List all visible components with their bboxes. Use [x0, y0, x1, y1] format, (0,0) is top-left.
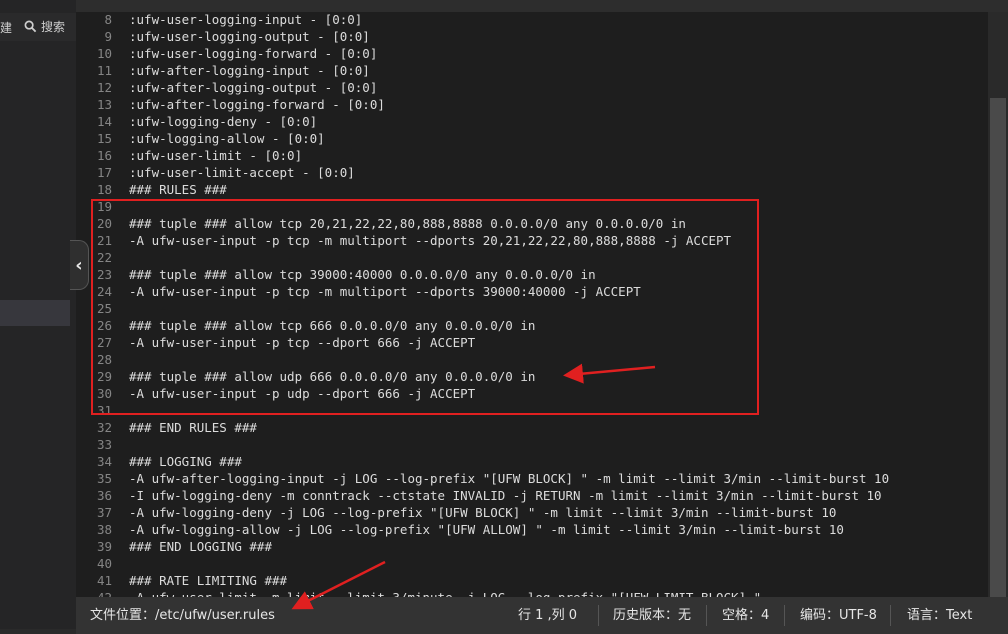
- line-number: 40: [96, 556, 112, 571]
- line-number: 38: [96, 522, 112, 537]
- code-line[interactable]: 13 :ufw-after-logging-forward - [0:0]: [76, 96, 988, 113]
- code-line[interactable]: 10 :ufw-user-logging-forward - [0:0]: [76, 45, 988, 62]
- line-number: 17: [96, 165, 112, 180]
- file-location: 文件位置：/etc/ufw/user.rules: [90, 608, 275, 623]
- line-text: :ufw-user-logging-output - [0:0]: [129, 29, 370, 44]
- annotation-highlight-box: [91, 199, 759, 415]
- line-text: -A ufw-user-limit -m limit --limit 3/min…: [129, 589, 761, 597]
- line-text: :ufw-logging-allow - [0:0]: [129, 131, 325, 146]
- line-number: 13: [96, 97, 112, 112]
- line-number: 36: [96, 488, 112, 503]
- vertical-scrollbar[interactable]: [988, 12, 1008, 597]
- code-line[interactable]: 11 :ufw-after-logging-input - [0:0]: [76, 62, 988, 79]
- line-text: ### END RULES ###: [129, 420, 257, 435]
- line-text: :ufw-user-limit-accept - [0:0]: [129, 165, 355, 180]
- code-line[interactable]: 42 -A ufw-user-limit -m limit --limit 3/m…: [76, 589, 988, 597]
- line-text: :ufw-logging-deny - [0:0]: [129, 114, 318, 129]
- code-line[interactable]: 34 ### LOGGING ###: [76, 453, 988, 470]
- status-divider: [890, 605, 891, 626]
- scrollbar-thumb[interactable]: [990, 98, 1006, 597]
- selected-file-item[interactable]: [0, 300, 70, 326]
- line-text: ### RULES ###: [129, 182, 227, 197]
- line-text: :ufw-after-logging-input - [0:0]: [129, 63, 370, 78]
- line-text: ### RATE LIMITING ###: [129, 573, 288, 588]
- line-number: 34: [96, 454, 112, 469]
- line-number: 42: [76, 589, 112, 597]
- code-line[interactable]: 18 ### RULES ###: [76, 181, 988, 198]
- code-line[interactable]: 14 :ufw-logging-deny - [0:0]: [76, 113, 988, 130]
- status-divider: [784, 605, 785, 626]
- line-number: 18: [96, 182, 112, 197]
- line-number: 41: [96, 573, 112, 588]
- history-version[interactable]: 历史版本：无: [613, 597, 691, 634]
- code-line[interactable]: 40: [76, 555, 988, 572]
- code-line[interactable]: 38 -A ufw-logging-allow -j LOG --log-pref…: [76, 521, 988, 538]
- code-line[interactable]: 32 ### END RULES ###: [76, 419, 988, 436]
- line-number: 9: [104, 29, 112, 44]
- search-label: 搜索: [41, 20, 66, 34]
- code-line[interactable]: 15 :ufw-logging-allow - [0:0]: [76, 130, 988, 147]
- editor-tab-bar: [76, 0, 1008, 12]
- line-text: -A ufw-after-logging-input -j LOG --log-…: [129, 471, 890, 486]
- line-text: -I ufw-logging-deny -m conntrack --ctsta…: [129, 488, 882, 503]
- line-number: 39: [96, 539, 112, 554]
- status-bar: 文件位置：/etc/ufw/user.rules 行 1 ,列 0 历史版本：无…: [76, 597, 1008, 634]
- line-text: :ufw-after-logging-forward - [0:0]: [129, 97, 385, 112]
- file-panel-toolbar: 建 搜索: [0, 13, 76, 41]
- line-text: :ufw-after-logging-output - [0:0]: [129, 80, 378, 95]
- code-line[interactable]: 8 :ufw-user-logging-input - [0:0]: [76, 11, 988, 28]
- line-text: :ufw-user-logging-forward - [0:0]: [129, 46, 378, 61]
- line-text: :ufw-user-limit - [0:0]: [129, 148, 303, 163]
- code-line[interactable]: 39 ### END LOGGING ###: [76, 538, 988, 555]
- line-text: ### END LOGGING ###: [129, 539, 272, 554]
- line-number: 35: [96, 471, 112, 486]
- cursor-position[interactable]: 行 1 ,列 0: [518, 597, 577, 634]
- code-line[interactable]: 17 :ufw-user-limit-accept - [0:0]: [76, 164, 988, 181]
- line-number: 10: [96, 46, 112, 61]
- line-text: -A ufw-logging-deny -j LOG --log-prefix …: [129, 505, 837, 520]
- line-text: -A ufw-logging-allow -j LOG --log-prefix…: [129, 522, 844, 537]
- status-divider: [706, 605, 707, 626]
- line-number: 33: [96, 437, 112, 452]
- collapse-panel-button[interactable]: ‹: [70, 240, 89, 290]
- code-line[interactable]: 33: [76, 436, 988, 453]
- line-number: 12: [96, 80, 112, 95]
- code-line[interactable]: 35 -A ufw-after-logging-input -j LOG --lo…: [76, 470, 988, 487]
- search-button[interactable]: 搜索: [24, 18, 65, 35]
- line-text: :ufw-user-logging-input - [0:0]: [129, 12, 363, 27]
- line-text: ### LOGGING ###: [129, 454, 242, 469]
- code-line[interactable]: 9 :ufw-user-logging-output - [0:0]: [76, 28, 988, 45]
- line-number: 37: [96, 505, 112, 520]
- line-number: 32: [96, 420, 112, 435]
- new-button[interactable]: 建: [0, 19, 12, 36]
- line-number: 15: [96, 131, 112, 146]
- file-panel: 建 搜索: [0, 0, 76, 634]
- line-number: 11: [96, 63, 112, 78]
- line-number: 16: [96, 148, 112, 163]
- language-setting[interactable]: 语言：Text: [907, 597, 972, 634]
- code-line[interactable]: 41 ### RATE LIMITING ###: [76, 572, 988, 589]
- code-line[interactable]: 12 :ufw-after-logging-output - [0:0]: [76, 79, 988, 96]
- search-icon: [24, 20, 37, 33]
- code-line[interactable]: 37 -A ufw-logging-deny -j LOG --log-prefi…: [76, 504, 988, 521]
- status-divider: [598, 605, 599, 626]
- line-number: 8: [104, 12, 112, 27]
- code-line[interactable]: 16 :ufw-user-limit - [0:0]: [76, 147, 988, 164]
- indent-setting[interactable]: 空格：4: [722, 597, 769, 634]
- chevron-left-icon: ‹: [75, 254, 83, 276]
- code-line[interactable]: 36 -I ufw-logging-deny -m conntrack --cts…: [76, 487, 988, 504]
- encoding-setting[interactable]: 编码：UTF-8: [800, 597, 877, 634]
- panel-bottom-edge: [0, 629, 76, 634]
- line-number: 14: [96, 114, 112, 129]
